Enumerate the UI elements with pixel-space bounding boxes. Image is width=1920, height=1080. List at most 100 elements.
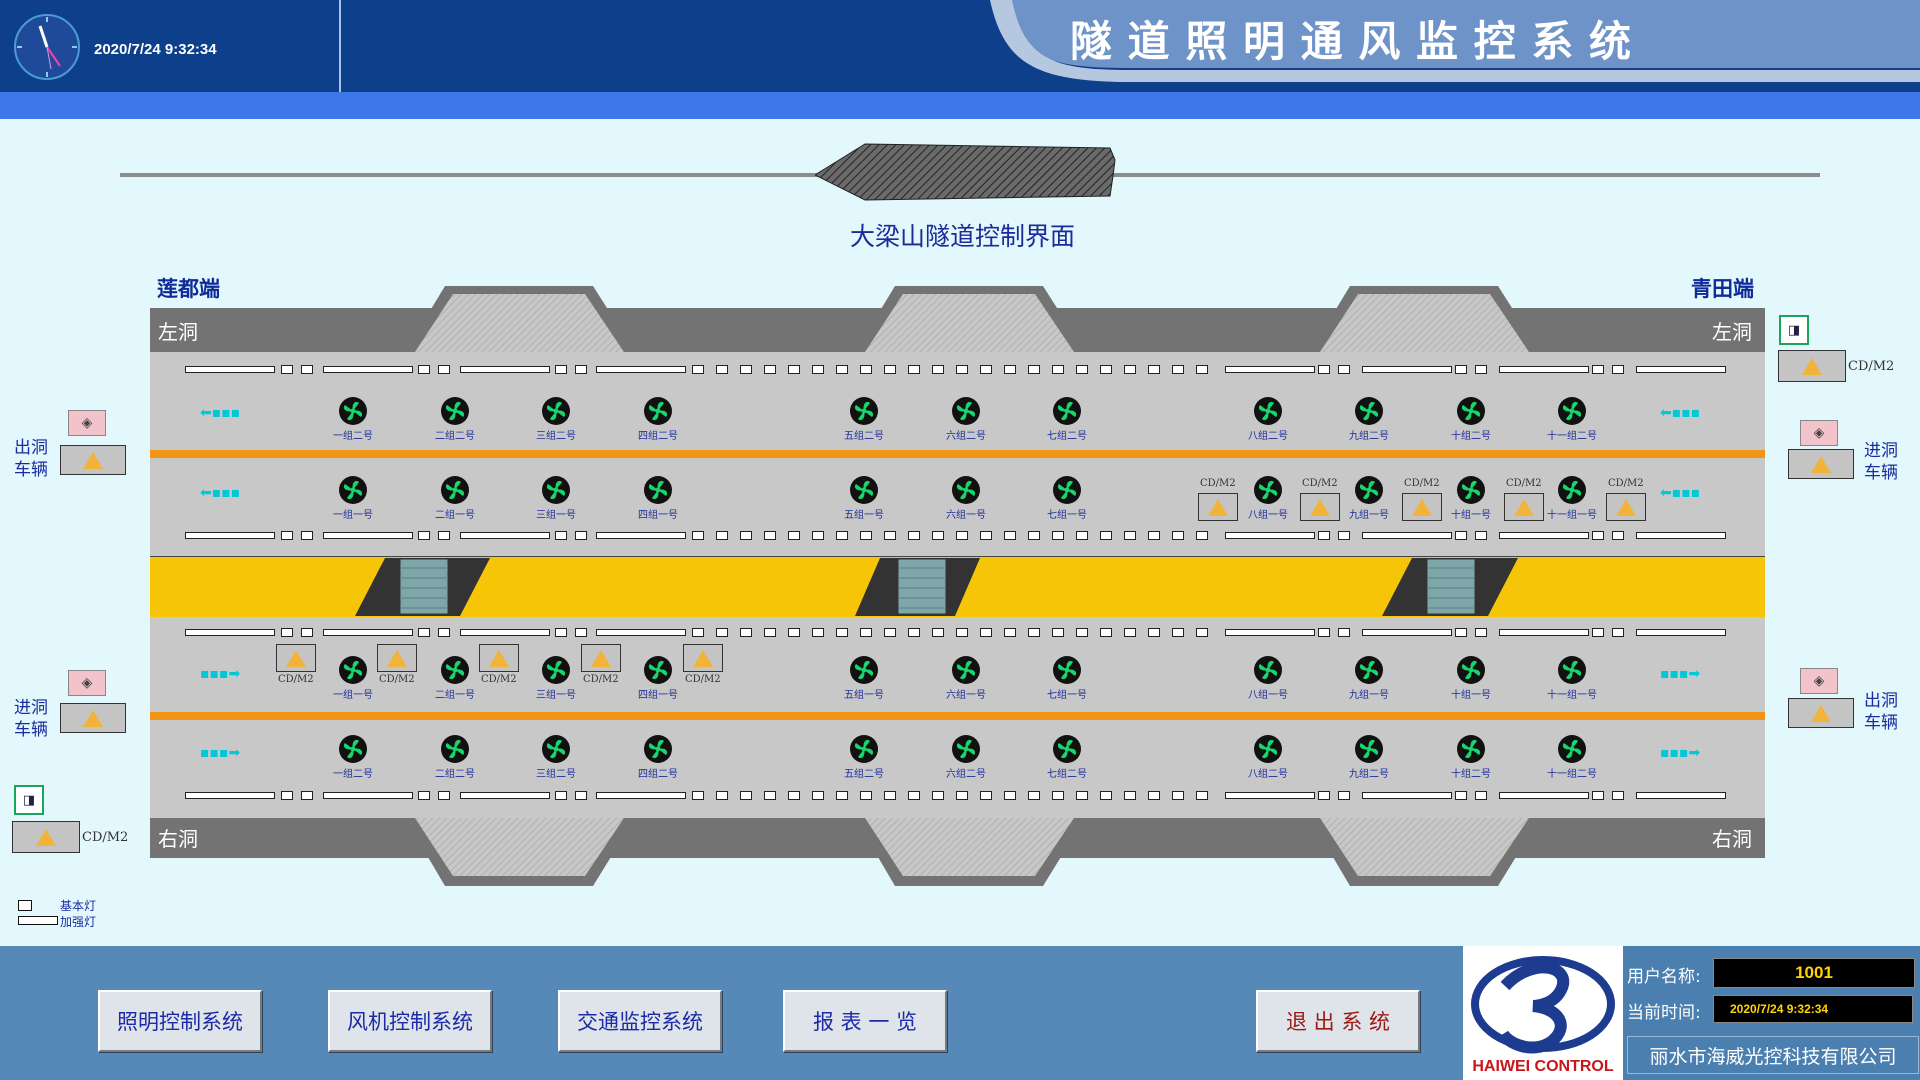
basic-lamp [692,628,704,637]
vehicle-detector-icon[interactable]: ◈ [1800,420,1838,446]
basic-lamp [1475,628,1487,637]
basic-lamp [1455,791,1467,800]
luminance-detector-button[interactable] [1402,493,1442,521]
cd-unit-label: CD/M2 [1848,359,1895,374]
fan-icon[interactable] [339,656,367,684]
fan-icon[interactable] [339,397,367,425]
fan-label: 六组二号 [946,431,986,442]
fan-label: 六组一号 [946,690,986,701]
luminance-detector-button[interactable] [683,644,723,672]
right-cd-detector-button[interactable] [1778,350,1846,382]
luminance-detector-button[interactable] [1504,493,1544,521]
fan-label: 一组二号 [333,769,373,780]
fan-icon[interactable] [542,476,570,504]
fan-icon[interactable] [644,735,672,763]
fan-icon[interactable] [542,735,570,763]
basic-lamp [1148,791,1160,800]
camera-icon[interactable]: ◨ [1779,315,1809,345]
enhanced-lamp [596,792,686,799]
luminance-detector-button[interactable] [581,644,621,672]
basic-lamp [836,628,848,637]
fan-icon[interactable] [542,397,570,425]
basic-lamp [1100,531,1112,540]
arrow-left-lane1: ⬅▪▪▪ [200,405,241,421]
basic-lamp [1052,365,1064,374]
fan-icon[interactable] [1254,476,1282,504]
left-cd-detector-button[interactable] [12,821,80,853]
fan-icon[interactable] [1457,476,1485,504]
basic-lamp [281,365,293,374]
vehicle-detector-icon[interactable]: ◈ [68,410,106,436]
fan-icon[interactable] [952,656,980,684]
fan-label: 八组一号 [1248,690,1288,701]
basic-lamp [1612,628,1624,637]
left-enter-signal-button[interactable] [60,703,126,733]
fan-icon[interactable] [952,476,980,504]
basic-lamp [764,791,776,800]
fan-icon[interactable] [1558,735,1586,763]
fan-label: 七组二号 [1047,769,1087,780]
fan-icon[interactable] [339,476,367,504]
fan-icon[interactable] [644,656,672,684]
fan-icon[interactable] [1457,397,1485,425]
vehicle-detector-icon[interactable]: ◈ [68,670,106,696]
fan-icon[interactable] [1355,476,1383,504]
traffic-monitor-button[interactable]: 交通监控系统 [558,990,722,1052]
enhanced-lamp [596,629,686,636]
luminance-detector-button[interactable] [1606,493,1646,521]
fan-icon[interactable] [850,656,878,684]
luminance-detector-button[interactable] [276,644,316,672]
reports-button[interactable]: 报 表 一 览 [783,990,947,1052]
fan-icon[interactable] [542,656,570,684]
exit-system-button[interactable]: 退 出 系 统 [1256,990,1420,1052]
camera-icon[interactable]: ◨ [14,785,44,815]
fan-icon[interactable] [1558,397,1586,425]
fan-icon[interactable] [441,656,469,684]
basic-lamp [1318,531,1330,540]
fan-icon[interactable] [1355,397,1383,425]
arrow-right-lane2: ▪▪▪➡ [200,745,241,761]
fan-icon[interactable] [952,397,980,425]
left-exit-signal-button[interactable] [60,445,126,475]
fan-icon[interactable] [1254,656,1282,684]
fan-icon[interactable] [644,397,672,425]
fan-icon[interactable] [1254,735,1282,763]
fan-icon[interactable] [1558,476,1586,504]
fan-icon[interactable] [1558,656,1586,684]
right-exit-signal-button[interactable] [1788,698,1854,728]
basic-lamp [764,365,776,374]
fan-icon[interactable] [1457,656,1485,684]
basic-lamp [1004,628,1016,637]
fan-icon[interactable] [952,735,980,763]
luminance-detector-button[interactable] [377,644,417,672]
fan-icon[interactable] [1355,735,1383,763]
fan-icon[interactable] [850,735,878,763]
fan-icon[interactable] [339,735,367,763]
fan-icon[interactable] [441,397,469,425]
luminance-detector-button[interactable] [479,644,519,672]
fan-icon[interactable] [850,397,878,425]
fan-icon[interactable] [1254,397,1282,425]
fan-icon[interactable] [1355,656,1383,684]
fan-icon[interactable] [1053,735,1081,763]
fan-icon[interactable] [850,476,878,504]
fan-icon[interactable] [1053,476,1081,504]
fan-icon[interactable] [1053,656,1081,684]
fan-icon[interactable] [441,476,469,504]
left-bore-label-l: 左洞 [158,320,198,344]
vehicle-detector-icon[interactable]: ◈ [1800,668,1838,694]
fan-icon[interactable] [441,735,469,763]
enhanced-lamp [1499,366,1589,373]
right-enter-signal-button[interactable] [1788,449,1854,479]
basic-lamp [1124,365,1136,374]
fan-icon[interactable] [644,476,672,504]
fan-icon[interactable] [1457,735,1485,763]
fan-control-button[interactable]: 风机控制系统 [328,990,492,1052]
luminance-detector-button[interactable] [1300,493,1340,521]
luminance-detector-button[interactable] [1198,493,1238,521]
basic-lamp [438,628,450,637]
lighting-control-button[interactable]: 照明控制系统 [98,990,262,1052]
logo-icon [1471,956,1615,1054]
fan-icon[interactable] [1053,397,1081,425]
basic-lamp [1052,791,1064,800]
